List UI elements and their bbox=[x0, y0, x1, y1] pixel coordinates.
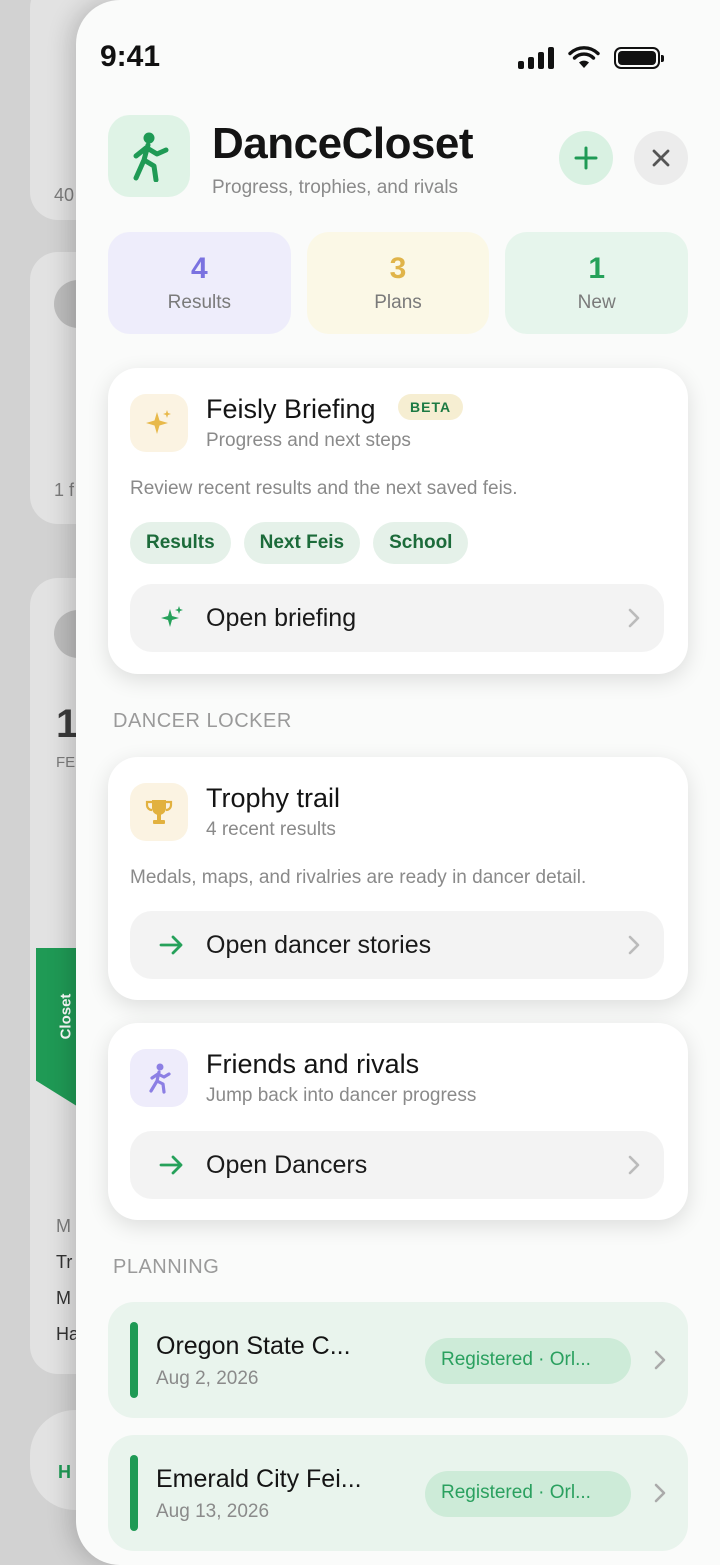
plan-status-badge: Registered · Orl... bbox=[425, 1471, 631, 1517]
stat-plans[interactable]: 3 Plans bbox=[306, 232, 490, 334]
stat-value: 1 bbox=[588, 252, 606, 285]
chip-next-feis[interactable]: Next Feis bbox=[243, 522, 361, 564]
bg-text: 40 bbox=[54, 185, 75, 205]
cellular-signal-icon bbox=[518, 47, 554, 69]
stat-value: 4 bbox=[190, 252, 208, 285]
trophy-subtitle: 4 recent results bbox=[206, 819, 336, 840]
briefing-card: Feisly Briefing BETA Progress and next s… bbox=[108, 368, 688, 674]
friends-subtitle: Jump back into dancer progress bbox=[206, 1085, 477, 1106]
open-briefing-button[interactable]: Open briefing bbox=[130, 584, 664, 652]
sparkles-icon bbox=[158, 604, 186, 632]
header: DanceCloset Progress, trophies, and riva… bbox=[108, 115, 688, 199]
stat-label: New bbox=[577, 292, 616, 313]
trophy-title: Trophy trail bbox=[206, 783, 341, 813]
chevron-right-icon bbox=[654, 1483, 666, 1503]
battery-icon bbox=[614, 47, 664, 69]
trophy-card: Trophy trail 4 recent results Medals, ma… bbox=[108, 757, 688, 1000]
app-subtitle: Progress, trophies, and rivals bbox=[212, 177, 459, 198]
open-dancer-stories-button[interactable]: Open dancer stories bbox=[130, 911, 664, 979]
bg-text: H bbox=[58, 1462, 71, 1482]
briefing-subtitle: Progress and next steps bbox=[206, 430, 411, 451]
briefing-description: Review recent results and the next saved… bbox=[130, 478, 518, 499]
plan-row[interactable]: Emerald City Fei... Aug 13, 2026 Registe… bbox=[108, 1435, 688, 1551]
chevron-right-icon bbox=[628, 1155, 640, 1175]
status-bar: 9:41 bbox=[100, 40, 664, 80]
plan-accent-bar bbox=[130, 1322, 138, 1398]
app-title: DanceCloset bbox=[212, 119, 474, 168]
add-button[interactable] bbox=[559, 131, 613, 185]
plan-accent-bar bbox=[130, 1455, 138, 1531]
action-label: Open briefing bbox=[206, 604, 357, 632]
plan-title: Oregon State C... bbox=[156, 1332, 351, 1360]
status-time: 9:41 bbox=[100, 40, 161, 73]
closet-tab-label: Closet bbox=[57, 993, 75, 1040]
stat-value: 3 bbox=[389, 252, 407, 285]
sparkles-icon bbox=[130, 394, 188, 452]
bg-number: 1 bbox=[56, 702, 79, 746]
plan-row[interactable]: Oregon State C... Aug 2, 2026 Registered… bbox=[108, 1302, 688, 1418]
plan-status-badge: Registered · Orl... bbox=[425, 1338, 631, 1384]
arrow-right-icon bbox=[158, 931, 186, 959]
stat-new[interactable]: 1 New bbox=[505, 232, 689, 334]
beta-badge: BETA bbox=[398, 394, 464, 420]
bg-text: FE bbox=[56, 754, 76, 771]
close-button[interactable] bbox=[634, 131, 688, 185]
briefing-title: Feisly Briefing bbox=[206, 394, 376, 424]
bg-text: M bbox=[56, 1288, 71, 1308]
action-label: Open Dancers bbox=[206, 1151, 368, 1179]
chevron-right-icon bbox=[628, 935, 640, 955]
stat-label: Results bbox=[167, 292, 232, 313]
chip-results[interactable]: Results bbox=[130, 522, 231, 564]
plus-icon bbox=[574, 146, 598, 170]
stat-results[interactable]: 4 Results bbox=[108, 232, 291, 334]
plan-title: Emerald City Fei... bbox=[156, 1465, 362, 1493]
plan-date: Aug 2, 2026 bbox=[156, 1368, 259, 1389]
bg-text: 1 f bbox=[54, 480, 75, 500]
chevron-right-icon bbox=[654, 1350, 666, 1370]
bg-text: M bbox=[56, 1216, 71, 1236]
stat-label: Plans bbox=[374, 292, 422, 313]
bg-text: Tr bbox=[56, 1252, 73, 1272]
chip-school[interactable]: School bbox=[373, 522, 469, 564]
plan-date: Aug 13, 2026 bbox=[156, 1501, 270, 1522]
dance-closet-sheet: 9:41 DanceCloset Progress, trophies, and… bbox=[76, 0, 720, 1565]
stats-row: 4 Results 3 Plans 1 New bbox=[108, 232, 689, 334]
friends-title: Friends and rivals bbox=[206, 1049, 420, 1079]
trophy-icon bbox=[130, 783, 188, 841]
briefing-chips: Results Next Feis School bbox=[130, 522, 469, 564]
action-label: Open dancer stories bbox=[206, 931, 432, 959]
status-icons bbox=[518, 46, 664, 70]
dancer-icon bbox=[130, 1049, 188, 1107]
close-icon bbox=[652, 149, 670, 167]
section-dancer-locker: DANCER LOCKER bbox=[113, 710, 292, 732]
friends-card: Friends and rivals Jump back into dancer… bbox=[108, 1023, 688, 1220]
arrow-right-icon bbox=[158, 1151, 186, 1179]
chevron-right-icon bbox=[628, 608, 640, 628]
trophy-description: Medals, maps, and rivalries are ready in… bbox=[130, 867, 587, 888]
wifi-icon bbox=[568, 46, 600, 68]
section-planning: PLANNING bbox=[113, 1256, 220, 1278]
app-logo-icon bbox=[108, 115, 190, 197]
open-dancers-button[interactable]: Open Dancers bbox=[130, 1131, 664, 1199]
